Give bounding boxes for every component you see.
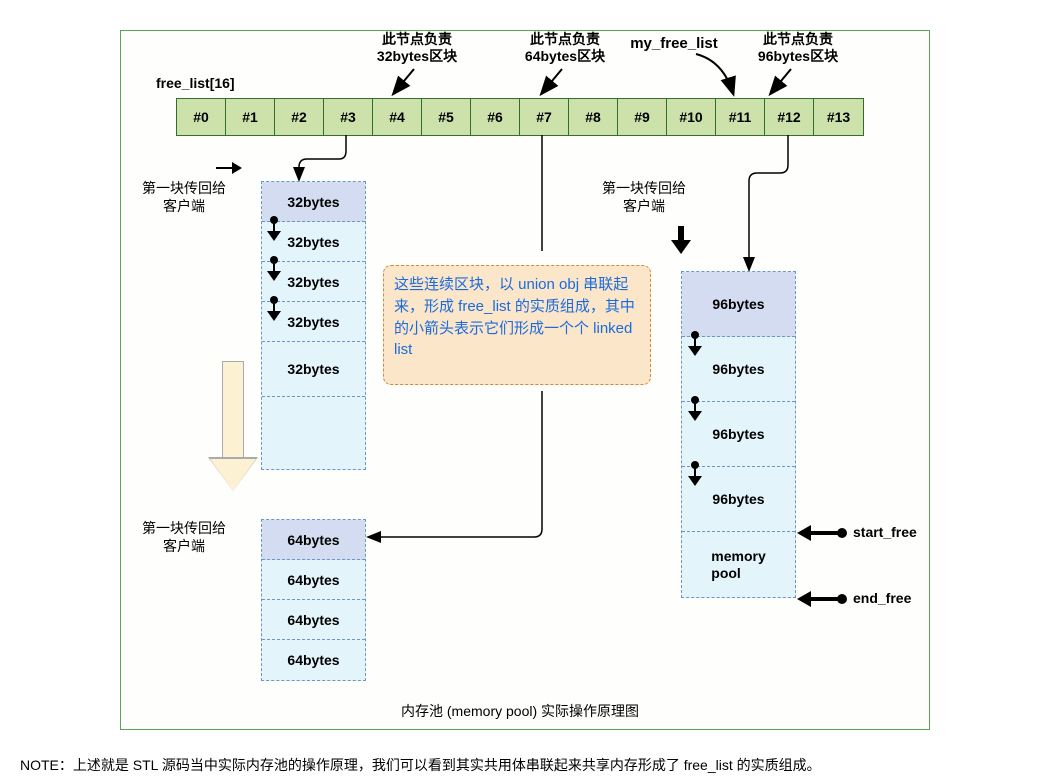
end-free-arrow-icon — [797, 591, 847, 607]
free-list-array: #0 #1 #2 #3 #4 #5 #6 #7 #8 #9 #10 #11 #1… — [176, 98, 864, 136]
block-64-3: 64bytes — [262, 640, 365, 680]
cell-9: #9 — [618, 99, 667, 135]
cell-13: #13 — [814, 99, 863, 135]
cell-5: #5 — [422, 99, 471, 135]
link-arrow-icon — [686, 401, 700, 421]
link-arrow-icon — [265, 301, 279, 321]
cell-2: #2 — [275, 99, 324, 135]
cell-10: #10 — [667, 99, 716, 135]
block-64-1: 64bytes — [262, 560, 365, 600]
cell-3: #3 — [324, 99, 373, 135]
diagram-canvas: free_list[16] 此节点负责 32bytes区块 此节点负责 64by… — [120, 30, 930, 730]
block-32-0: 32bytes — [262, 182, 365, 222]
block-96-0: 96bytes — [682, 272, 795, 337]
topnote-64: 此节点负责 64bytes区块 — [510, 31, 620, 65]
bottom-note: NOTE：上述就是 STL 源码当中实际内存池的操作原理，我们可以看到其实共用体… — [20, 755, 1041, 775]
small-arrow-icon — [216, 161, 246, 175]
cell-7: #7 — [520, 99, 569, 135]
block-64-2: 64bytes — [262, 600, 365, 640]
down-arrow-icon — [671, 226, 691, 256]
freelist-title: free_list[16] — [156, 75, 235, 91]
cell-6: #6 — [471, 99, 520, 135]
my-free-list-label: my_free_list — [609, 35, 739, 53]
cell-11: #11 — [716, 99, 765, 135]
return-label-3: 第一块传回给 客户端 — [589, 179, 699, 215]
link-arrow-icon — [686, 336, 700, 356]
center-note: 这些连续区块，以 union obj 串联起来，形成 free_list 的实质… — [383, 265, 651, 385]
topnote-96: 此节点负责 96bytes区块 — [743, 31, 853, 65]
block-64-0: 64bytes — [262, 520, 365, 560]
cell-0: #0 — [177, 99, 226, 135]
end-free-label: end_free — [853, 590, 911, 606]
cell-8: #8 — [569, 99, 618, 135]
start-free-arrow-icon — [797, 525, 847, 541]
return-label-1: 第一块传回给 客户端 — [129, 179, 239, 215]
cell-4: #4 — [373, 99, 422, 135]
link-arrow-icon — [686, 466, 700, 486]
link-arrow-icon — [265, 221, 279, 241]
block-32-empty — [262, 397, 365, 469]
col-96: 96bytes 96bytes 96bytes 96bytes memory p… — [681, 271, 796, 598]
start-free-label: start_free — [853, 524, 917, 540]
block-96-pool: memory pool — [682, 532, 795, 597]
diagram-caption: 内存池 (memory pool) 实际操作原理图 — [401, 701, 639, 721]
link-arrow-icon — [265, 261, 279, 281]
col-64: 64bytes 64bytes 64bytes 64bytes — [261, 519, 366, 681]
return-label-2: 第一块传回给 客户端 — [129, 519, 239, 555]
cell-1: #1 — [226, 99, 275, 135]
block-32-4: 32bytes — [262, 342, 365, 397]
cell-12: #12 — [765, 99, 814, 135]
big-down-arrow-icon — [213, 361, 253, 491]
topnote-32: 此节点负责 32bytes区块 — [362, 31, 472, 65]
